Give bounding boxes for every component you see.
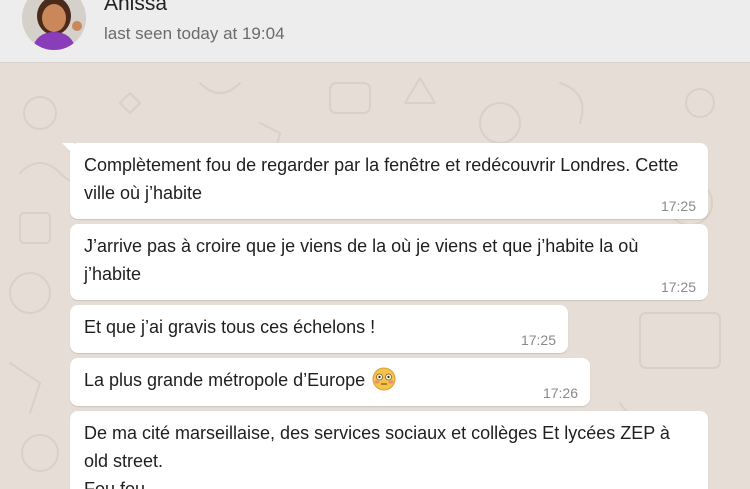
message-text: Et que j’ai gravis tous ces échelons ! bbox=[84, 317, 376, 337]
message-text: De ma cité marseillaise, des services so… bbox=[84, 423, 670, 471]
message-time: 17:25 bbox=[660, 198, 696, 214]
message-bubble[interactable]: J’arrive pas à croire que je viens de la… bbox=[70, 224, 708, 300]
contact-avatar[interactable] bbox=[22, 0, 86, 50]
message-text: Complètement fou de regarder par la fenê… bbox=[84, 155, 679, 203]
message-bubble[interactable]: Complètement fou de regarder par la fenê… bbox=[62, 143, 708, 219]
message-text: La plus grande métropole d’Europe bbox=[84, 370, 366, 390]
bubble-tail bbox=[62, 143, 74, 155]
message-bubble[interactable]: Et que j’ai gravis tous ces échelons ! 1… bbox=[70, 305, 568, 353]
contact-name[interactable]: Anissa bbox=[104, 0, 167, 16]
last-seen-status: last seen today at 19:04 bbox=[104, 24, 285, 43]
message-time: 17:26 bbox=[542, 385, 578, 401]
message-list[interactable]: Complètement fou de regarder par la fenê… bbox=[0, 63, 750, 489]
message-text-row: La plus grande métropole d’Europe bbox=[84, 366, 576, 394]
message-text: J’arrive pas à croire que je viens de la… bbox=[84, 236, 639, 284]
message-time: 17:25 bbox=[520, 332, 556, 348]
message-text-continued: Fou fou bbox=[84, 479, 146, 489]
flushed-face-icon bbox=[372, 367, 396, 391]
chat-header: Anissa last seen today at 19:04 bbox=[0, 0, 750, 63]
message-bubble[interactable]: De ma cité marseillaise, des services so… bbox=[70, 411, 708, 489]
person-emoji-icon bbox=[22, 0, 86, 50]
message-bubble[interactable]: La plus grande métropole d’Europe 17:26 bbox=[70, 358, 590, 406]
message-time: 17:25 bbox=[660, 279, 696, 295]
